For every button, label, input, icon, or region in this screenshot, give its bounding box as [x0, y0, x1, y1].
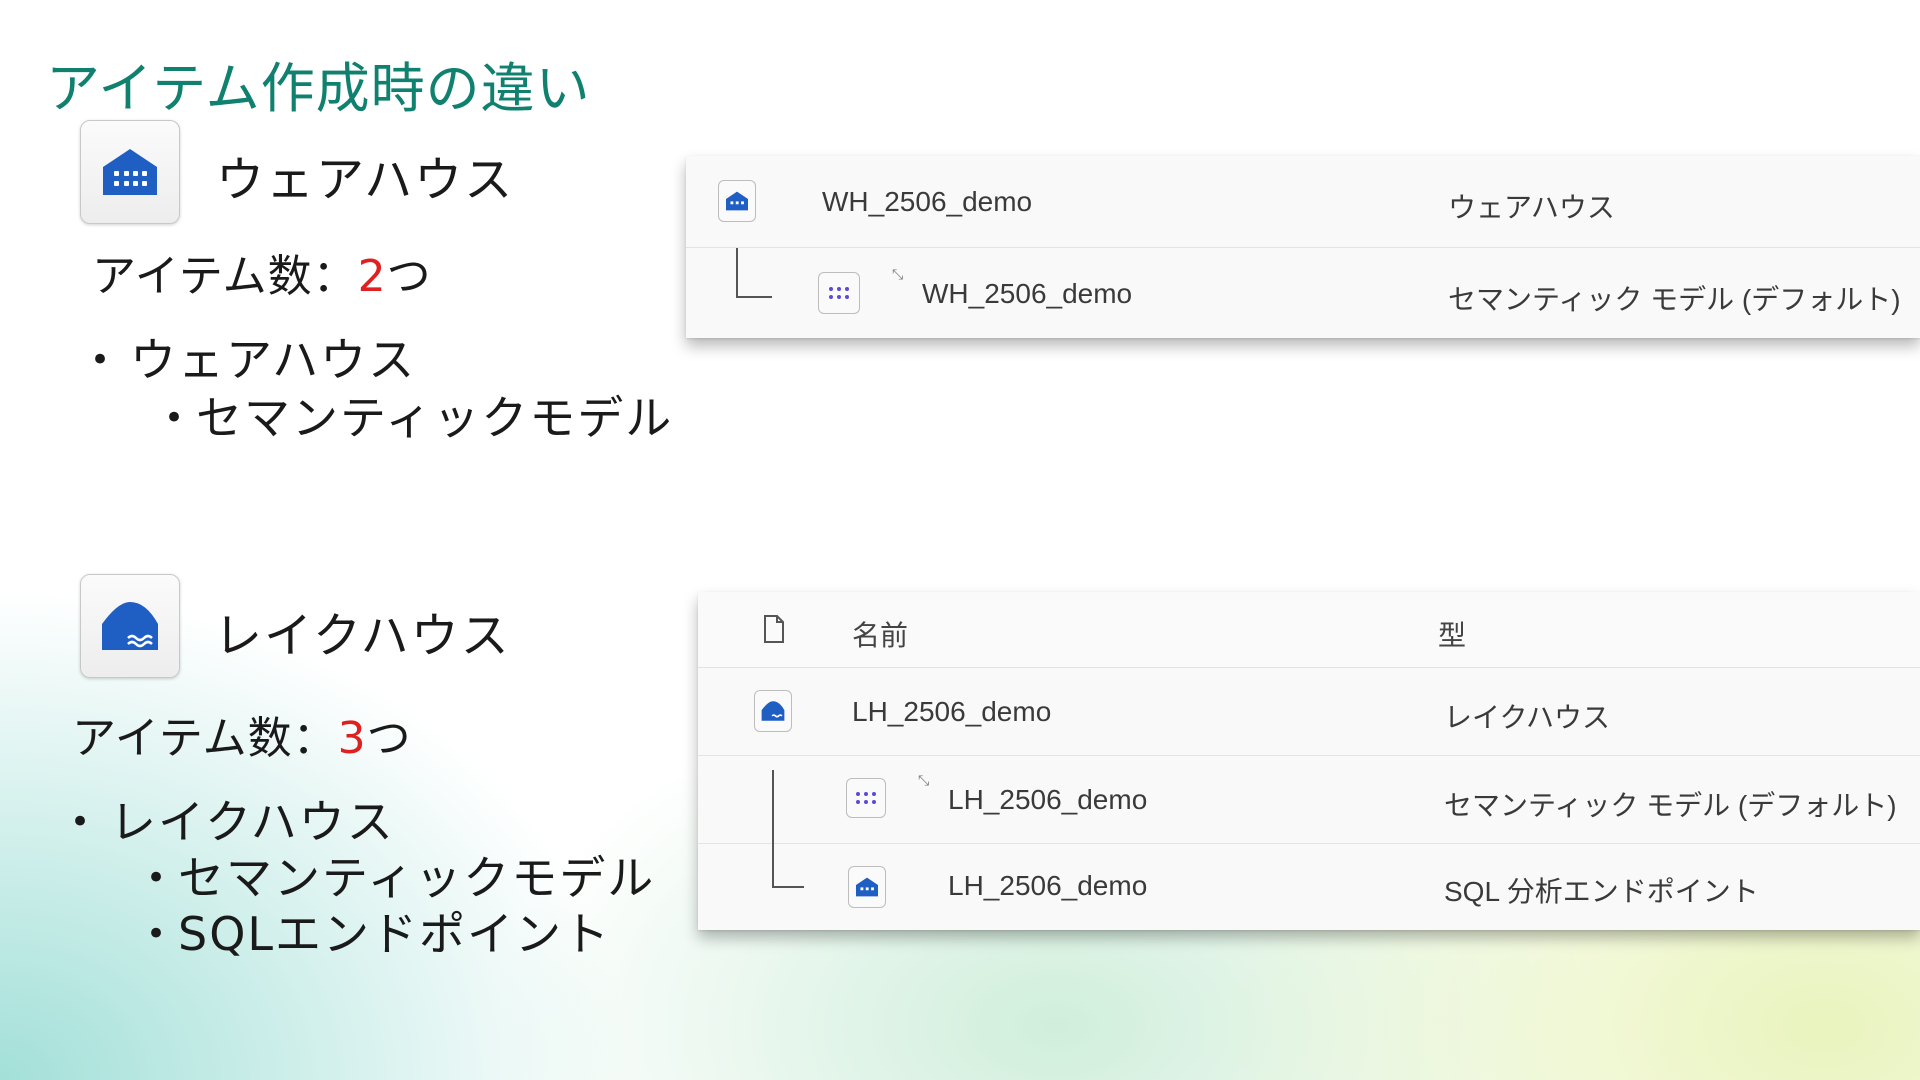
lakehouse-item-count: アイテム数：3つ: [72, 702, 412, 766]
bullet-label: レイクハウス: [110, 795, 395, 849]
tree-connector: [772, 770, 774, 844]
item-type: SQL 分析エンドポイント: [1444, 876, 1759, 907]
table-row[interactable]: ⤡ WH_2506_demo セマンティック モデル (デフォルト): [686, 248, 1920, 338]
warehouse-bullet: • ウェアハウス: [90, 324, 416, 390]
count-suffix: つ: [386, 251, 432, 302]
item-name[interactable]: WH_2506_demo: [822, 186, 1032, 218]
bullet-label: SQLエンドポイント: [178, 907, 612, 961]
bullet-label: ウェアハウス: [130, 333, 417, 387]
warehouse-heading: ウェアハウス: [216, 152, 515, 208]
column-header-name[interactable]: 名前: [852, 614, 908, 654]
bullet-dot: •: [90, 339, 113, 380]
item-name[interactable]: LH_2506_demo: [852, 696, 1051, 728]
warehouse-icon: [103, 149, 157, 195]
tree-connector: [772, 844, 804, 888]
lakehouse-icon: [102, 602, 158, 650]
warehouse-app-icon: [80, 120, 180, 224]
link-icon: ⤡: [892, 266, 904, 282]
count-prefix: アイテム数：: [92, 251, 358, 302]
item-name[interactable]: LH_2506_demo: [948, 870, 1147, 902]
table-header: 名前 型: [698, 592, 1920, 668]
tree-connector: [736, 248, 772, 298]
count-suffix: つ: [366, 713, 412, 764]
slide-title: アイテム作成時の違い: [46, 57, 591, 120]
bullet-dot: •: [164, 397, 187, 438]
item-name[interactable]: LH_2506_demo: [948, 784, 1147, 816]
item-type: セマンティック モデル (デフォルト): [1448, 284, 1901, 315]
warehouse-items-table: WH_2506_demo ウェアハウス ⤡ WH_2506_demo セマンティ…: [686, 156, 1920, 338]
lakehouse-app-icon: [80, 574, 180, 678]
bullet-label: セマンティックモデル: [196, 391, 674, 445]
table-row[interactable]: LH_2506_demo レイクハウス: [698, 668, 1920, 756]
bullet-dot: •: [146, 857, 169, 898]
lakehouse-heading: レイクハウス: [214, 608, 511, 664]
table-row[interactable]: ⤡ LH_2506_demo セマンティック モデル (デフォルト): [698, 756, 1920, 844]
item-type: セマンティック モデル (デフォルト): [1444, 790, 1897, 821]
bullet-dot: •: [70, 801, 93, 842]
lakehouse-items-table: 名前 型 LH_2506_demo レイクハウス ⤡ LH_2506_demo …: [698, 592, 1920, 930]
lakehouse-sub-bullet: • SQLエンドポイント: [146, 898, 611, 964]
link-icon: ⤡: [918, 772, 930, 788]
semantic-model-icon: [846, 778, 886, 818]
table-row[interactable]: LH_2506_demo SQL 分析エンドポイント: [698, 844, 1920, 930]
column-header-type[interactable]: 型: [1438, 614, 1466, 654]
warehouse-item-count: アイテム数：2つ: [92, 240, 432, 304]
lakehouse-icon: [754, 690, 792, 732]
bullet-dot: •: [146, 913, 169, 954]
file-icon: [764, 615, 784, 643]
warehouse-icon: [718, 180, 756, 222]
item-name[interactable]: WH_2506_demo: [922, 278, 1132, 310]
count-number: 3: [337, 713, 367, 764]
warehouse-sub-bullet: • セマンティックモデル: [164, 382, 673, 448]
count-prefix: アイテム数：: [72, 713, 338, 764]
warehouse-icon: [848, 866, 886, 908]
count-number: 2: [357, 251, 387, 302]
item-type: ウェアハウス: [1448, 192, 1615, 223]
table-row[interactable]: WH_2506_demo ウェアハウス: [686, 156, 1920, 248]
item-type: レイクハウス: [1444, 702, 1611, 733]
semantic-model-icon: [818, 272, 860, 314]
bullet-label: セマンティックモデル: [178, 851, 656, 905]
